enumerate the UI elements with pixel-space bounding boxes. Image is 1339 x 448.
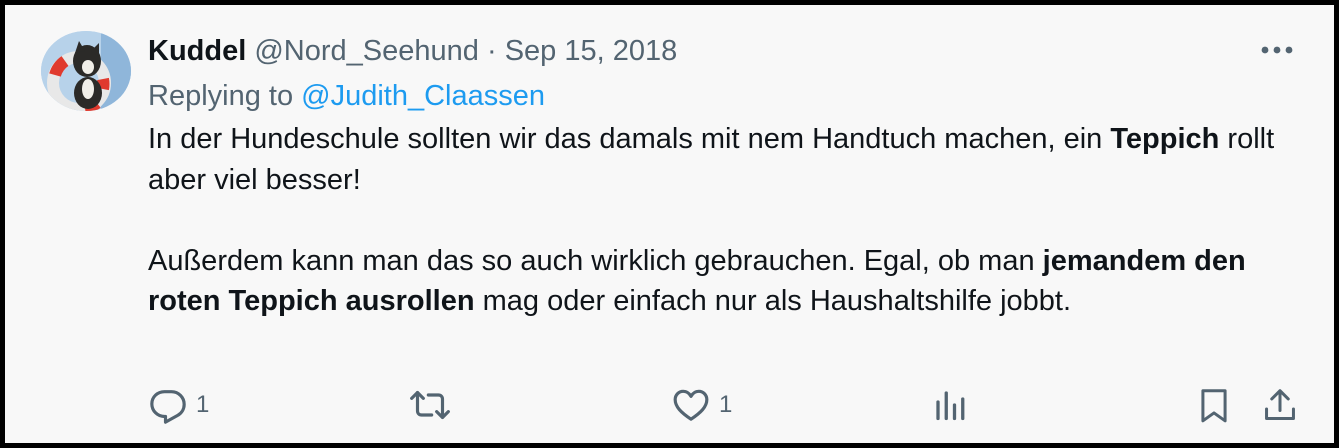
paragraph-2: Außerdem kann man das so auch wirklich g… xyxy=(148,241,1308,322)
like-count: 1 xyxy=(719,391,733,418)
reply-count: 1 xyxy=(196,391,210,418)
timestamp[interactable]: Sep 15, 2018 xyxy=(505,35,678,67)
text-segment: In der Hundeschule sollten wir das damal… xyxy=(148,123,1103,155)
action-bar: 1 1 xyxy=(5,383,1334,427)
share-icon xyxy=(1265,389,1295,420)
retweet-button[interactable] xyxy=(408,383,452,427)
like-button[interactable]: 1 xyxy=(671,383,732,427)
bookmark-icon xyxy=(1201,389,1227,423)
avatar[interactable] xyxy=(41,31,131,111)
bold-segment: Teppich xyxy=(1110,123,1220,155)
text-segment: Außerdem kann man das so auch wirklich g… xyxy=(148,244,1035,277)
reply-icon xyxy=(150,390,186,424)
more-button[interactable] xyxy=(1255,35,1299,65)
bookmark-button[interactable] xyxy=(1195,383,1233,427)
paragraph-1: In der Hundeschule sollten wir das damal… xyxy=(148,119,1308,200)
handle[interactable]: @Nord_Seehund xyxy=(254,35,479,67)
views-icon xyxy=(936,391,965,421)
replying-prefix: Replying to xyxy=(148,80,294,112)
tweet-card: Kuddel @Nord_Seehund · Sep 15, 2018 Repl… xyxy=(5,5,1334,443)
avatar-image xyxy=(41,31,131,111)
share-button[interactable] xyxy=(1261,383,1299,427)
text-segment: mag oder einfach nur als Haushaltshilfe … xyxy=(474,285,1072,317)
separator: · xyxy=(486,35,497,67)
replying-to-handle[interactable]: @Judith_Claassen xyxy=(301,80,545,112)
views-button[interactable] xyxy=(932,383,968,427)
tweet-header: Kuddel @Nord_Seehund · Sep 15, 2018 xyxy=(148,33,677,69)
like-icon xyxy=(673,389,709,421)
more-icon xyxy=(1261,46,1293,54)
tweet-text: In der Hundeschule sollten wir das damal… xyxy=(148,119,1308,322)
replying-to: Replying to @Judith_Claassen xyxy=(148,77,545,115)
display-name[interactable]: Kuddel xyxy=(148,35,246,67)
retweet-icon xyxy=(410,390,450,420)
reply-button[interactable]: 1 xyxy=(148,383,209,427)
